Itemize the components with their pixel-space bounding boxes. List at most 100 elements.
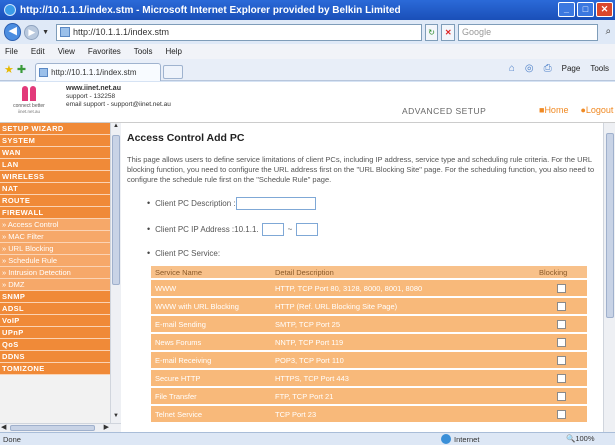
status-bar: Done Internet 🔍100% bbox=[0, 432, 615, 445]
search-input[interactable]: Google bbox=[458, 23, 599, 41]
blocking-checkbox[interactable] bbox=[556, 409, 566, 419]
sidebar-item-dmz[interactable]: » DMZ bbox=[0, 279, 110, 291]
ie-icon bbox=[4, 4, 16, 16]
blocking-checkbox[interactable] bbox=[556, 301, 566, 311]
menu-edit[interactable]: Edit bbox=[31, 47, 45, 56]
top-links: ■Home ●Logout bbox=[539, 105, 615, 115]
logout-link[interactable]: ●Logout bbox=[580, 105, 615, 115]
blocking-checkbox[interactable] bbox=[556, 391, 566, 401]
service-name: WWW bbox=[151, 279, 271, 298]
back-button[interactable]: ◀ bbox=[4, 23, 22, 41]
maximize-button[interactable]: □ bbox=[577, 2, 594, 17]
blocking-checkbox[interactable] bbox=[556, 337, 566, 347]
url-input[interactable]: http://10.1.1.1/index.stm bbox=[56, 23, 422, 41]
sidebar-item-wireless[interactable]: WIRELESS bbox=[0, 171, 110, 183]
client-desc-input[interactable] bbox=[235, 196, 316, 210]
blocking-cell bbox=[535, 369, 587, 388]
page-icon bbox=[60, 27, 70, 37]
ip-from-input[interactable] bbox=[261, 222, 284, 236]
sidebar-item-nat[interactable]: NAT bbox=[0, 183, 110, 195]
window-titlebar: http://10.1.1.1/index.stm - Microsoft In… bbox=[0, 0, 615, 20]
stop-button[interactable]: ✕ bbox=[441, 23, 456, 41]
security-zone[interactable]: Internet bbox=[441, 434, 479, 444]
sidebar-item-qos[interactable]: QoS bbox=[0, 339, 110, 351]
sidebar-item-snmp[interactable]: SNMP bbox=[0, 291, 110, 303]
url-text: http://10.1.1.1/index.stm bbox=[73, 27, 170, 37]
sidebar-item-voip[interactable]: VoIP bbox=[0, 315, 110, 327]
service-name: Secure HTTP bbox=[151, 369, 271, 388]
service-name: Telnet Service bbox=[151, 405, 271, 424]
zoom-level[interactable]: 🔍100% bbox=[566, 434, 595, 443]
blocking-checkbox[interactable] bbox=[556, 373, 566, 383]
menu-help[interactable]: Help bbox=[165, 47, 181, 56]
scroll-down-icon[interactable]: ▼ bbox=[111, 413, 121, 423]
contact-support: support - 132258 bbox=[66, 93, 116, 100]
menu-tools[interactable]: Tools bbox=[134, 47, 153, 56]
sidebar-item-tomizone[interactable]: TOMIZONE bbox=[0, 363, 110, 375]
sidebar-item-intrusion-detection[interactable]: » Intrusion Detection bbox=[0, 267, 110, 279]
favorites-star-icon[interactable]: ★ bbox=[4, 63, 14, 76]
sidebar-item-mac-filter[interactable]: » MAC Filter bbox=[0, 231, 110, 243]
service-detail: TCP Port 23 bbox=[271, 405, 535, 424]
blocking-checkbox[interactable] bbox=[556, 355, 566, 365]
page-scroll-thumb[interactable] bbox=[606, 133, 614, 318]
tab-title: http://10.1.1.1/index.stm bbox=[51, 67, 137, 77]
page-intro: This page allows users to define service… bbox=[127, 155, 595, 184]
home-link[interactable]: ■Home bbox=[539, 105, 574, 115]
print-icon[interactable]: ⎙ bbox=[544, 63, 552, 74]
minimize-button[interactable]: _ bbox=[558, 2, 575, 17]
tools-menu[interactable]: Tools bbox=[590, 64, 609, 73]
sidebar-item-upnp[interactable]: UPnP bbox=[0, 327, 110, 339]
scroll-right-icon[interactable]: ▶ bbox=[104, 423, 109, 431]
blocking-checkbox[interactable] bbox=[556, 283, 566, 293]
refresh-button[interactable]: ↻ bbox=[424, 23, 439, 41]
sidebar-item-url-blocking[interactable]: » URL Blocking bbox=[0, 243, 110, 255]
menu-file[interactable]: File bbox=[5, 47, 18, 56]
sidebar-scroll-thumb[interactable] bbox=[112, 135, 120, 285]
sidebar-scrollbar[interactable]: ▲ ▼ bbox=[110, 123, 121, 423]
close-button[interactable]: ✕ bbox=[596, 2, 613, 17]
forward-button[interactable]: ▶ bbox=[24, 24, 40, 40]
sidebar-item-schedule-rule[interactable]: » Schedule Rule bbox=[0, 255, 110, 267]
scroll-up-icon[interactable]: ▲ bbox=[111, 123, 121, 133]
service-detail: HTTPS, TCP Port 443 bbox=[271, 369, 535, 388]
history-dropdown-icon[interactable]: ▼ bbox=[42, 29, 49, 36]
sidebar-item-adsl[interactable]: ADSL bbox=[0, 303, 110, 315]
sidebar-hscrollbar[interactable]: ◀ ▶ bbox=[0, 423, 121, 432]
blocking-cell bbox=[535, 315, 587, 334]
sidebar-item-ddns[interactable]: DDNS bbox=[0, 351, 110, 363]
blocking-cell bbox=[535, 297, 587, 316]
sidebar-hscroll-thumb[interactable] bbox=[10, 425, 95, 431]
service-field: • Client PC Service: bbox=[147, 246, 603, 260]
scroll-left-icon[interactable]: ◀ bbox=[1, 423, 6, 431]
table-row: Telnet Service TCP Port 23 bbox=[151, 405, 587, 424]
ip-to-input[interactable] bbox=[296, 222, 319, 236]
sidebar-item-setup-wizard[interactable]: SETUP WIZARD bbox=[0, 123, 110, 135]
service-name: File Transfer bbox=[151, 387, 271, 406]
sidebar-item-access-control[interactable]: » Access Control bbox=[0, 219, 110, 231]
sidebar-item-system[interactable]: SYSTEM bbox=[0, 135, 110, 147]
page-scrollbar[interactable] bbox=[603, 123, 615, 432]
address-bar: ◀ ▶ ▼ http://10.1.1.1/index.stm ↻ ✕ Goog… bbox=[0, 20, 615, 44]
menu-view[interactable]: View bbox=[58, 47, 75, 56]
sidebar-item-wan[interactable]: WAN bbox=[0, 147, 110, 159]
sidebar-item-firewall[interactable]: FIREWALL bbox=[0, 207, 110, 219]
service-table: Service Name Detail Description Blocking… bbox=[151, 266, 587, 424]
add-favorite-icon[interactable]: ✚ bbox=[17, 63, 26, 76]
desc-label: Client PC Description : bbox=[155, 198, 236, 208]
menu-favorites[interactable]: Favorites bbox=[88, 47, 121, 56]
service-name: WWW with URL Blocking bbox=[151, 297, 271, 316]
service-label: Client PC Service: bbox=[155, 248, 221, 258]
table-header-row: Service Name Detail Description Blocking bbox=[151, 266, 587, 280]
home-icon[interactable]: ⌂ bbox=[509, 63, 515, 74]
new-tab-button[interactable] bbox=[163, 64, 184, 79]
sidebar-item-lan[interactable]: LAN bbox=[0, 159, 110, 171]
table-row: File Transfer FTP, TCP Port 21 bbox=[151, 387, 587, 406]
blocking-checkbox[interactable] bbox=[556, 319, 566, 329]
feeds-icon[interactable]: ◎ bbox=[525, 63, 534, 74]
sidebar-item-route[interactable]: ROUTE bbox=[0, 195, 110, 207]
browser-tab[interactable]: http://10.1.1.1/index.stm bbox=[35, 62, 162, 81]
search-icon[interactable]: ⌕ bbox=[601, 24, 615, 41]
page-menu[interactable]: Page bbox=[562, 64, 581, 73]
service-detail: HTTP (Ref. URL Blocking Site Page) bbox=[271, 297, 535, 316]
